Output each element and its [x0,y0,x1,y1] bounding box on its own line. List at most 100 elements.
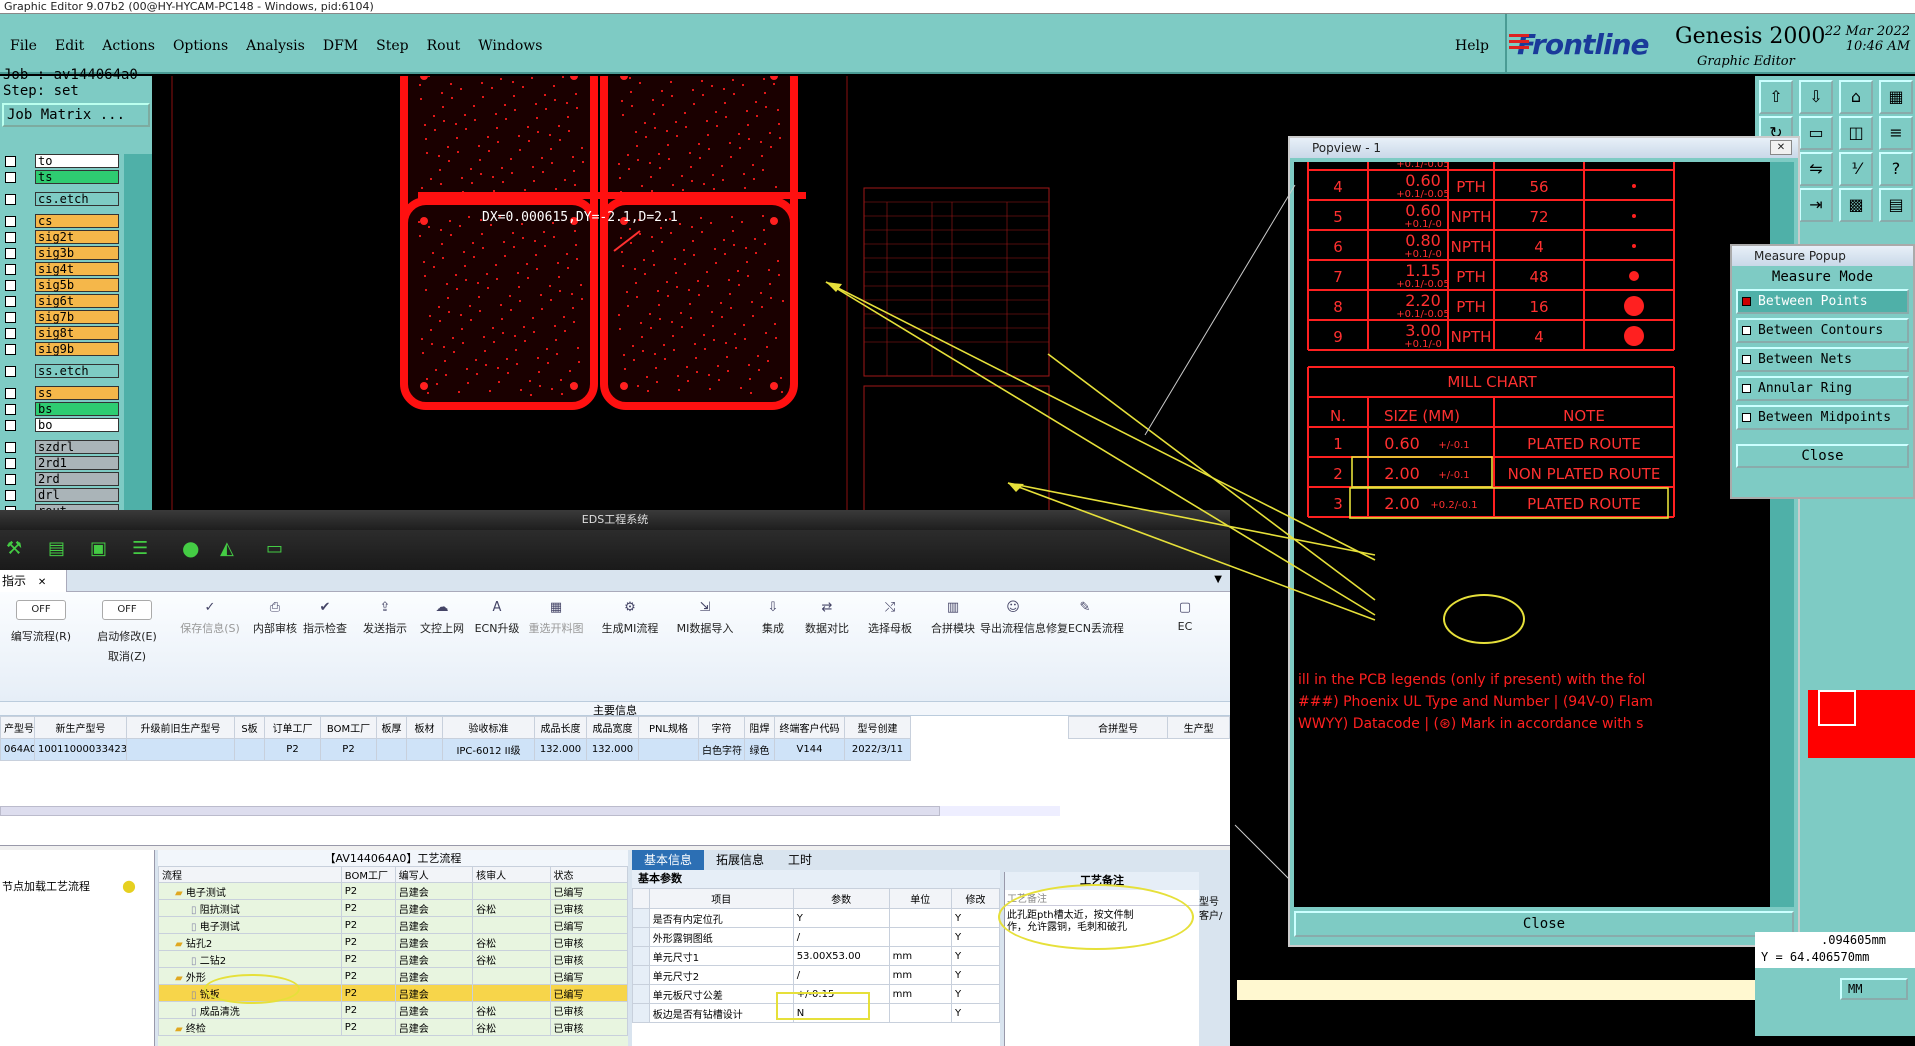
layer-name[interactable]: sig5b [35,278,119,292]
measure-option[interactable]: Between Points [1736,289,1909,314]
menu-step[interactable]: Step [376,38,408,54]
layer-checkbox[interactable] [5,388,16,399]
grid-cell[interactable]: 10011000033423 [34,738,127,761]
menu-actions[interactable]: Actions [102,38,155,54]
job-matrix-button[interactable]: Job Matrix ... [2,103,150,127]
toolbar-down-icon[interactable]: ⇩ [1799,80,1833,114]
param-cell[interactable]: / [792,927,890,947]
toggle-sub[interactable]: 取消(Z) [82,648,172,664]
grid-cell[interactable]: 2022/3/11 [844,738,911,761]
grid-icon[interactable] [1818,690,1856,726]
grid-header[interactable]: 合拼型号 [1067,716,1169,739]
chart-icon[interactable]: ◭ [220,538,234,559]
measure-option[interactable]: Annular Ring [1736,376,1909,401]
grid-cell[interactable]: P2 [320,738,377,761]
grid-cell[interactable] [638,738,699,761]
grid-header[interactable]: 成品宽度 [586,716,639,739]
grid-header[interactable]: S板 [234,716,265,739]
grid-cell[interactable]: 132.000 [586,738,639,761]
layer-name[interactable]: sig2t [35,230,119,244]
detail-tab[interactable]: 拓展信息 [704,850,776,870]
ribbon-button[interactable]: ☺ 导出流程信息 [973,600,1053,636]
layer-name[interactable]: to [35,154,119,168]
grid-header[interactable]: 订单工厂 [264,716,321,739]
menu-options[interactable]: Options [173,38,228,54]
toolbar-split-icon[interactable]: ◫ [1839,116,1873,150]
layer-checkbox[interactable] [5,280,16,291]
layer-checkbox[interactable] [5,194,16,205]
flow-header[interactable]: 编写人 [394,866,474,883]
param-header[interactable]: 项目 [648,888,794,909]
grid-cell[interactable]: 064A0 [0,738,35,761]
grid-cell[interactable]: 绿色 [744,738,775,761]
grid-cell[interactable]: 白色字符 [698,738,745,761]
layer-name[interactable]: sig8t [35,326,119,340]
menu-file[interactable]: File [10,38,37,54]
table-row[interactable]: ▰ 终检 P2 吕建会 谷松 已审核 [158,1018,629,1036]
layer-checkbox[interactable] [5,216,16,227]
toolbar-step-icon[interactable]: ⇥ [1799,188,1833,222]
table-row[interactable]: ▰ 钻孔2 P2 吕建会 谷松 已审核 [158,933,629,951]
table-row[interactable]: 是否有内定位孔 Y Y [632,908,1001,928]
grid-header[interactable]: PNL规格 [638,716,699,739]
layer-name[interactable]: cs.etch [35,192,119,206]
menu-rout[interactable]: Rout [427,38,461,54]
layer-checkbox[interactable] [5,312,16,323]
grid-header[interactable]: 板材 [406,716,443,739]
unit-select[interactable]: MM [1840,978,1908,1000]
film-icon[interactable]: ▤ [48,538,65,559]
toolbar-grid-icon[interactable]: ▦ [1879,80,1913,114]
layer-checkbox[interactable] [5,458,16,469]
flow-header[interactable]: BOM工厂 [340,866,396,883]
toolbar-help-icon[interactable]: ? [1879,152,1913,186]
toolbar-up-icon[interactable]: ⇧ [1759,80,1793,114]
layer-name[interactable]: ss.etch [35,364,119,378]
grid-header[interactable]: 成品长度 [534,716,587,739]
detail-tab[interactable]: 工时 [776,850,824,870]
grid-cell[interactable]: 132.000 [534,738,587,761]
measure-close-button[interactable]: Close [1736,444,1909,468]
table-row[interactable]: 064A0 10011000033423 P2 P2 IPC-6012 II级 132.0… [0,738,911,761]
param-cell[interactable]: Y [792,908,890,928]
grid-cell[interactable] [234,738,265,761]
toolbar-fraction-icon[interactable]: ⅟ [1839,152,1873,186]
layer-name[interactable]: bs [35,402,119,416]
chevron-down-icon[interactable]: ▼ [1214,574,1222,585]
toggle-item[interactable]: OFF 编写流程(R) [0,600,86,644]
menu-edit[interactable]: Edit [55,38,84,54]
layer-checkbox[interactable] [5,328,16,339]
table-row[interactable]: ▯ 成品清洗 P2 吕建会 谷松 已审核 [158,1001,629,1019]
toolbar-home-icon[interactable]: ⌂ [1839,80,1873,114]
layer-name[interactable]: drl [35,488,119,502]
monitor-icon[interactable]: ▭ [266,538,283,559]
flow-header[interactable]: 流程 [158,866,342,883]
layer-checkbox[interactable] [5,474,16,485]
list-icon[interactable]: ☰ [132,538,148,559]
doc-icon[interactable]: ▣ [90,538,107,559]
layer-checkbox[interactable] [5,296,16,307]
layer-checkbox[interactable] [5,172,16,183]
grid-header[interactable]: 阻焊 [744,716,775,739]
grid-header[interactable]: 升级前旧生产型号 [126,716,235,739]
radio-icon[interactable] [1742,326,1751,335]
help-menu[interactable]: Help [1455,38,1489,54]
flow-header[interactable]: 状态 [549,866,629,883]
ribbon-button[interactable]: ⚙ 生成MI流程 [590,600,670,636]
layer-name[interactable]: 2rd1 [35,456,119,470]
grid-cell[interactable]: IPC-6012 II级 [442,738,535,761]
layer-checkbox[interactable] [5,344,16,355]
layer-name[interactable]: sig9b [35,342,119,356]
layer-checkbox[interactable] [5,442,16,453]
grid-cell[interactable]: P2 [264,738,321,761]
layer-checkbox[interactable] [5,264,16,275]
close-icon[interactable]: ✕ [38,577,46,588]
table-row[interactable]: 单元尺寸2/mm Y [632,965,1001,985]
grid-header[interactable]: 产型号 [0,716,35,739]
layer-name[interactable]: bo [35,418,119,432]
menu-dfm[interactable]: DFM [323,38,358,54]
layer-name[interactable]: cs [35,214,119,228]
layer-checkbox[interactable] [5,248,16,259]
measure-option[interactable]: Between Midpoints [1736,405,1909,430]
table-row[interactable]: 单元尺寸1 53.00X53.00 mm Y [632,946,1001,966]
radio-icon[interactable] [1742,413,1751,422]
